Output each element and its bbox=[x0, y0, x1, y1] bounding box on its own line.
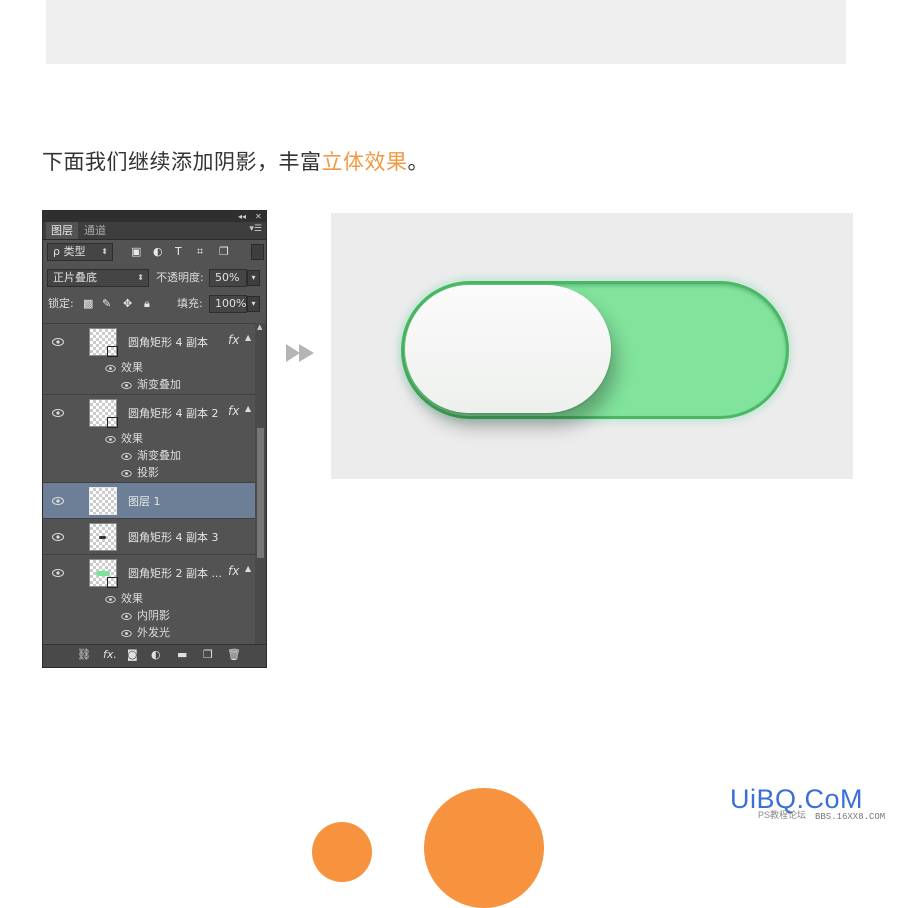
lock-all-icon[interactable]: 🔒︎ bbox=[144, 295, 150, 313]
fill-dropdown[interactable]: ▾ bbox=[247, 296, 260, 312]
link-icon[interactable]: ⛓ bbox=[77, 648, 91, 661]
filter-type-icon[interactable]: T bbox=[175, 243, 182, 261]
layer-name[interactable]: 圆角矩形 4 副本 bbox=[128, 334, 208, 350]
effects-row[interactable]: 效果 bbox=[105, 430, 143, 447]
effect-item[interactable]: 渐变叠加 bbox=[121, 447, 181, 464]
tab-channels[interactable]: 通道 bbox=[79, 222, 111, 239]
eye-icon[interactable] bbox=[52, 497, 64, 505]
eye-icon[interactable] bbox=[52, 338, 64, 346]
filter-kind-select[interactable]: ρ 类型 ⬍ bbox=[47, 243, 113, 261]
close-icon[interactable]: ✕ bbox=[255, 211, 262, 222]
eye-icon[interactable] bbox=[52, 409, 64, 417]
layer-scrollbar[interactable]: ▲ ▼ bbox=[255, 323, 266, 653]
new-layer-icon[interactable]: ❐ bbox=[203, 648, 213, 661]
eye-icon[interactable] bbox=[121, 612, 132, 620]
panel-titlebar: ◂◂ ✕ bbox=[43, 211, 266, 222]
eye-icon[interactable] bbox=[121, 469, 132, 477]
fx-icon[interactable]: fx. bbox=[103, 648, 117, 661]
eye-icon[interactable] bbox=[52, 533, 64, 541]
layer-row[interactable]: 圆角矩形 2 副本 ... fx ▲ bbox=[43, 554, 255, 590]
effect-item[interactable]: 内阴影 bbox=[121, 607, 170, 624]
filter-smart-object-icon[interactable]: ❐ bbox=[219, 243, 229, 261]
panel-tabs: 图层 通道 ▾☰ bbox=[43, 222, 266, 240]
scroll-up-icon[interactable]: ▲ bbox=[257, 323, 262, 331]
watermark-sub: PS教程论坛 bbox=[758, 810, 807, 820]
scroll-thumb[interactable] bbox=[257, 428, 264, 558]
fx-icon[interactable]: fx bbox=[228, 333, 239, 347]
layer-row[interactable]: 圆角矩形 4 副本 3 bbox=[43, 518, 255, 554]
trash-icon[interactable]: 🗑︎ bbox=[227, 648, 241, 661]
layer-thumbnail bbox=[89, 399, 118, 428]
eye-icon[interactable] bbox=[105, 595, 116, 603]
fill-label: 填充: bbox=[177, 297, 203, 310]
effects-row[interactable]: 效果 bbox=[105, 590, 143, 607]
effect-item[interactable]: 外发光 bbox=[121, 624, 170, 641]
folder-icon[interactable]: ▬ bbox=[177, 648, 187, 661]
top-canvas-preview bbox=[46, 0, 846, 64]
caption-text: 下面我们继续添加阴影，丰富立体效果。 bbox=[42, 150, 429, 174]
arrow-right-icon bbox=[286, 344, 314, 362]
caption-highlight: 立体效果 bbox=[321, 150, 408, 174]
layer-thumbnail bbox=[89, 328, 118, 357]
eye-icon[interactable] bbox=[105, 435, 116, 443]
lock-label: 锁定: bbox=[48, 297, 74, 310]
toggle-preview-canvas bbox=[331, 213, 853, 479]
eye-icon[interactable] bbox=[121, 381, 132, 389]
opacity-label: 不透明度: bbox=[156, 271, 204, 284]
tab-layers[interactable]: 图层 bbox=[46, 222, 78, 239]
opacity-dropdown[interactable]: ▾ bbox=[247, 270, 260, 286]
lock-transparent-icon[interactable]: ▩ bbox=[83, 295, 93, 313]
decorative-circle bbox=[312, 822, 372, 882]
vector-mask-icon bbox=[107, 577, 118, 588]
effect-item[interactable]: 投影 bbox=[121, 464, 159, 481]
panel-bottom-toolbar: ⛓ fx. ◙ ◐ ▬ ❐ 🗑︎ bbox=[43, 644, 266, 667]
layer-row[interactable]: 圆角矩形 4 副本 fx ▲ bbox=[43, 323, 255, 359]
filter-pixel-icon[interactable]: ▣ bbox=[131, 243, 141, 261]
layer-row[interactable]: 圆角矩形 4 副本 2 fx ▲ bbox=[43, 394, 255, 430]
effect-item[interactable]: 渐变叠加 bbox=[121, 376, 181, 393]
layer-name[interactable]: 圆角矩形 4 副本 2 bbox=[128, 405, 219, 421]
lock-paint-icon[interactable]: ✎ bbox=[102, 295, 111, 313]
vector-mask-icon bbox=[107, 346, 118, 357]
blend-mode-select[interactable]: 正片叠底 ⬍ bbox=[47, 269, 149, 287]
expand-arrow-icon[interactable]: ▲ bbox=[245, 404, 251, 413]
layers-panel: ◂◂ ✕ 图层 通道 ▾☰ ρ 类型 ⬍ ▣ ◐ T ⌗ ❐ 正片叠底 ⬍ 不透明度… bbox=[42, 210, 267, 668]
expand-arrow-icon[interactable]: ▲ bbox=[245, 333, 251, 342]
filter-shape-icon[interactable]: ⌗ bbox=[197, 243, 203, 261]
layer-thumbnail bbox=[89, 487, 117, 515]
collapse-icon[interactable]: ◂◂ bbox=[238, 211, 246, 222]
panel-menu-icon[interactable]: ▾☰ bbox=[249, 224, 262, 234]
eye-icon[interactable] bbox=[52, 569, 64, 577]
vector-mask-icon bbox=[107, 417, 118, 428]
watermark-url: BBS.16XX8.COM bbox=[815, 812, 886, 822]
eye-icon[interactable] bbox=[121, 452, 132, 460]
fill-input[interactable]: 100% bbox=[209, 295, 247, 313]
toggle-knob bbox=[405, 285, 611, 413]
lock-move-icon[interactable]: ✥ bbox=[123, 295, 132, 313]
layer-name[interactable]: 圆角矩形 4 副本 3 bbox=[128, 529, 219, 545]
eye-icon[interactable] bbox=[105, 364, 116, 372]
adjustment-icon[interactable]: ◐ bbox=[151, 648, 161, 661]
layer-thumbnail bbox=[89, 523, 117, 551]
layer-row-selected[interactable]: 图层 1 bbox=[43, 482, 255, 518]
eye-icon[interactable] bbox=[121, 629, 132, 637]
fx-icon[interactable]: fx bbox=[228, 564, 239, 578]
layer-name[interactable]: 圆角矩形 2 副本 ... bbox=[128, 565, 222, 581]
layer-name[interactable]: 图层 1 bbox=[128, 493, 161, 509]
decorative-circle bbox=[424, 788, 544, 908]
expand-arrow-icon[interactable]: ▲ bbox=[245, 564, 251, 573]
layer-thumbnail bbox=[89, 559, 118, 588]
filter-toggle[interactable] bbox=[251, 244, 264, 260]
opacity-input[interactable]: 50% bbox=[209, 269, 247, 287]
mask-icon[interactable]: ◙ bbox=[127, 648, 138, 661]
fx-icon[interactable]: fx bbox=[228, 404, 239, 418]
layer-list: 圆角矩形 4 副本 fx ▲ 效果 渐变叠加 圆角矩形 4 副本 2 fx ▲ … bbox=[43, 323, 255, 653]
filter-adjustment-icon[interactable]: ◐ bbox=[153, 243, 163, 261]
effects-row[interactable]: 效果 bbox=[105, 359, 143, 376]
